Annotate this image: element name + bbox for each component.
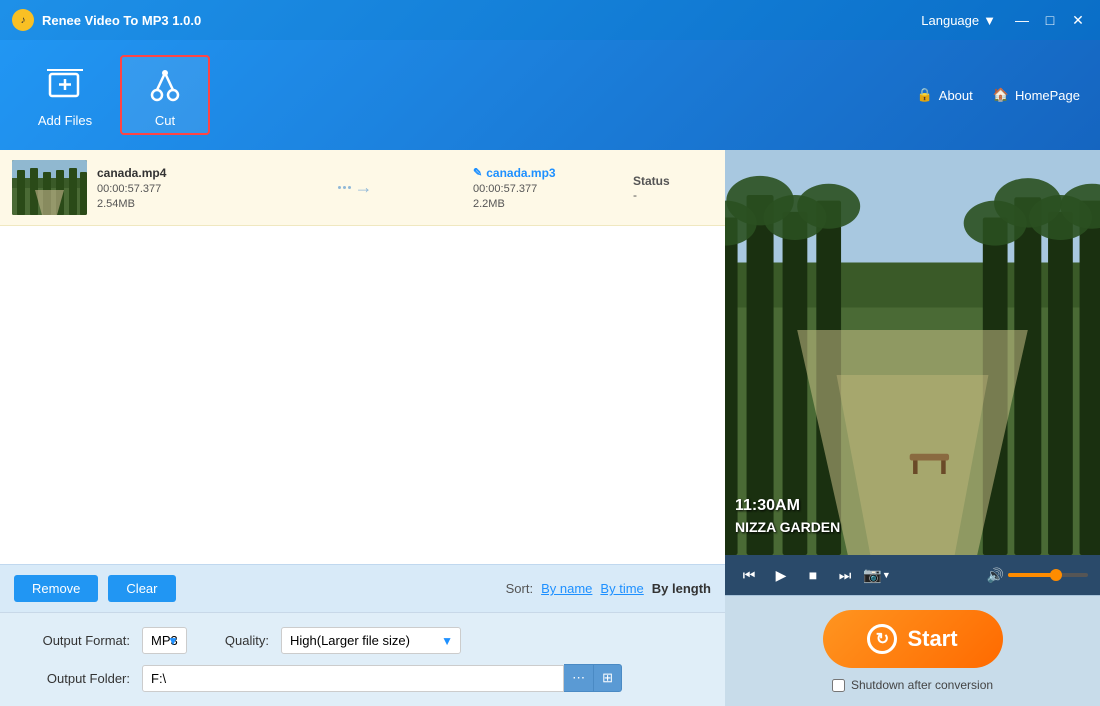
source-size: 2.54MB [97, 198, 237, 210]
output-duration: 00:00:57.377 [473, 183, 537, 195]
rewind-icon: ⏮ [743, 567, 756, 584]
rewind-button[interactable]: ⏮ [737, 563, 761, 587]
status-label: Status [633, 174, 713, 188]
cut-button[interactable]: Cut [120, 55, 210, 135]
video-timestamp: 11:30AM [735, 497, 800, 515]
source-file-name: canada.mp4 [97, 166, 237, 180]
homepage-icon: 🏠 [993, 87, 1009, 103]
right-bottom-panel: ↻ Start Shutdown after conversion [725, 595, 1100, 706]
folder-input-wrapper: ⋯ ⊞ [142, 664, 622, 692]
table-row: canada.mp4 00:00:57.377 2.54MB → ✎ canad… [0, 150, 725, 226]
edit-icon: ✎ [473, 166, 482, 179]
language-selector[interactable]: Language ▼ [921, 13, 996, 28]
add-files-button[interactable]: Add Files [20, 55, 110, 135]
stop-icon: ■ [809, 567, 817, 583]
left-panel: canada.mp4 00:00:57.377 2.54MB → ✎ canad… [0, 150, 725, 706]
clear-button[interactable]: Clear [108, 575, 175, 602]
source-duration: 00:00:57.377 [97, 183, 237, 195]
main-area: canada.mp4 00:00:57.377 2.54MB → ✎ canad… [0, 150, 1100, 706]
file-list: canada.mp4 00:00:57.377 2.54MB → ✎ canad… [0, 150, 725, 564]
play-button[interactable]: ▶ [769, 563, 793, 587]
app-logo: ♪ [12, 9, 34, 31]
camera-icon: 📷 [863, 566, 882, 584]
cut-label: Cut [155, 113, 175, 128]
video-background: 11:30AM NIZZA GARDEN [725, 150, 1100, 555]
right-panel: 11:30AM NIZZA GARDEN ⏮ ▶ ■ ⏭ 📷 ▼ � [725, 150, 1100, 706]
play-icon: ▶ [776, 567, 787, 584]
cut-icon [143, 63, 187, 107]
shutdown-label: Shutdown after conversion [851, 678, 993, 692]
video-preview: 11:30AM NIZZA GARDEN [725, 150, 1100, 555]
about-icon: 🔒 [917, 87, 933, 103]
output-file-name: ✎ canada.mp3 [473, 166, 556, 180]
video-controls: ⏮ ▶ ■ ⏭ 📷 ▼ 🔊 [725, 555, 1100, 595]
sort-area: Sort: By name By time By length [506, 581, 711, 596]
output-folder-label: Output Folder: [20, 671, 130, 686]
shutdown-checkbox[interactable] [832, 679, 845, 692]
quality-label: Quality: [199, 633, 269, 648]
folder-open-icon: ⊞ [602, 670, 613, 685]
forward-icon: ⏭ [839, 567, 852, 584]
add-files-label: Add Files [38, 113, 92, 128]
output-size: 2.2MB [473, 198, 505, 210]
sort-label: Sort: [506, 581, 533, 596]
toolbar-nav: 🔒 About 🏠 HomePage [917, 87, 1080, 103]
file-thumbnail [12, 160, 87, 215]
video-location: NIZZA GARDEN [735, 519, 840, 535]
folder-path-input[interactable] [142, 665, 564, 692]
remove-button[interactable]: Remove [14, 575, 98, 602]
quality-wrapper: High(Larger file size) ▼ [281, 627, 461, 654]
volume-fill [1008, 573, 1056, 577]
volume-track[interactable] [1008, 573, 1088, 577]
minimize-button[interactable]: — [1012, 10, 1032, 30]
start-button[interactable]: ↻ Start [823, 610, 1003, 668]
output-format-wrapper: MP3 ▼ [142, 627, 187, 654]
stop-button[interactable]: ■ [801, 563, 825, 587]
homepage-button[interactable]: 🏠 HomePage [993, 87, 1080, 103]
output-format-label: Output Format: [20, 633, 130, 648]
shutdown-row: Shutdown after conversion [832, 678, 993, 692]
start-label: Start [907, 626, 957, 652]
toolbar: Add Files Cut 🔒 About 🏠 HomePage [0, 40, 1100, 150]
sort-by-name-button[interactable]: By name [541, 581, 592, 596]
homepage-label: HomePage [1015, 88, 1080, 103]
close-button[interactable]: ✕ [1068, 10, 1088, 30]
language-dropdown-icon: ▼ [983, 13, 996, 28]
about-label: About [939, 88, 973, 103]
app-title: Renee Video To MP3 1.0.0 [42, 13, 921, 28]
volume-thumb[interactable] [1050, 569, 1062, 581]
camera-dropdown-icon: ▼ [882, 570, 891, 580]
titlebar-controls: Language ▼ — □ ✕ [921, 10, 1088, 30]
quality-select[interactable]: High(Larger file size) [281, 627, 461, 654]
sort-by-time-button[interactable]: By time [600, 581, 643, 596]
volume-control: 🔊 [987, 567, 1088, 584]
arrow-dots: → [338, 177, 373, 198]
settings-area: Output Format: MP3 ▼ Quality: High(Large… [0, 612, 725, 706]
sort-by-length-button[interactable]: By length [652, 581, 711, 596]
status-area: Status - [633, 174, 713, 202]
add-files-icon [43, 63, 87, 107]
thumbnail-image [12, 160, 87, 215]
window-controls: — □ ✕ [1012, 10, 1088, 30]
output-format-select[interactable]: MP3 [142, 627, 187, 654]
bottom-bar: Remove Clear Sort: By name By time By le… [0, 564, 725, 612]
output-folder-row: Output Folder: ⋯ ⊞ [20, 664, 705, 692]
screenshot-button[interactable]: 📷 ▼ [865, 563, 889, 587]
titlebar: ♪ Renee Video To MP3 1.0.0 Language ▼ — … [0, 0, 1100, 40]
about-button[interactable]: 🔒 About [917, 87, 973, 103]
volume-icon: 🔊 [987, 567, 1004, 584]
maximize-button[interactable]: □ [1040, 10, 1060, 30]
folder-open-button[interactable]: ⊞ [594, 664, 622, 692]
language-label: Language [921, 13, 979, 28]
forward-button[interactable]: ⏭ [833, 563, 857, 587]
source-file-info: canada.mp4 00:00:57.377 2.54MB [97, 166, 237, 210]
output-format-row: Output Format: MP3 ▼ Quality: High(Large… [20, 627, 705, 654]
status-value: - [633, 188, 713, 202]
folder-browse-button[interactable]: ⋯ [564, 664, 594, 692]
start-icon: ↻ [867, 624, 897, 654]
conversion-arrow: → [247, 177, 463, 198]
output-file-info: ✎ canada.mp3 00:00:57.377 2.2MB [473, 166, 623, 210]
